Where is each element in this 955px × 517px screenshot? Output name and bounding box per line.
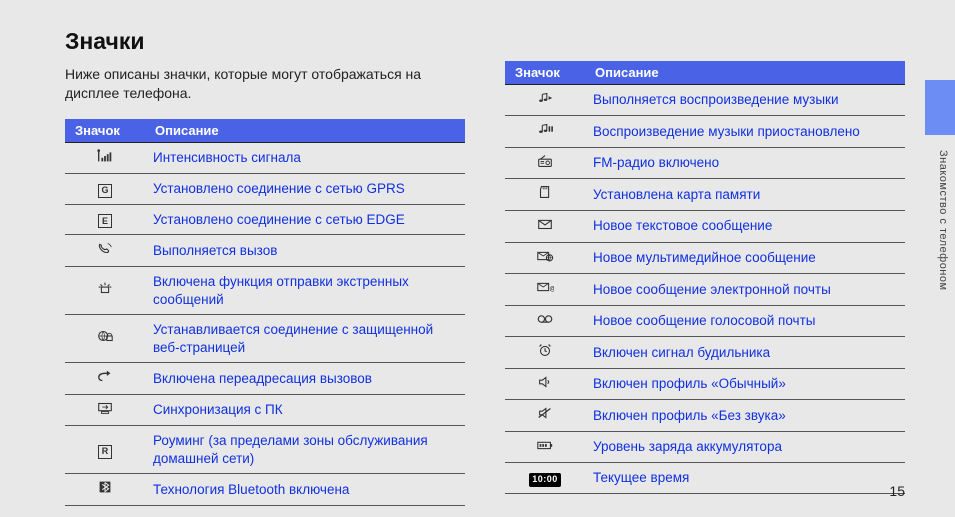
table-row: Включен профиль «Без звука» [505,400,905,432]
music-play-icon [505,84,585,116]
table-row: RРоуминг (за пределами зоны обслуживания… [65,426,465,474]
icon-description: Новое мультимедийное сообщение [585,242,905,274]
table-row: Включена функция отправки экстренных соо… [65,266,465,314]
icon-description: Текущее время [585,463,905,494]
icon-description: Включен сигнал будильника [585,337,905,369]
icon-description: Включен профиль «Обычный» [585,368,905,400]
icon-description: Роуминг (за пределами зоны обслуживания … [145,426,465,474]
forward-icon [65,363,145,395]
call-icon [65,235,145,267]
icon-description: Уровень заряда аккумулятора [585,431,905,463]
table-row: Включен сигнал будильника [505,337,905,369]
table-row: Технология Bluetooth включена [65,474,465,506]
secure-web-icon [65,315,145,363]
left-column: Значок Описание Интенсивность сигналаGУс… [65,119,465,506]
icon-description: Установлено соединение с сетью EDGE [145,204,465,235]
profile-normal-icon [505,368,585,400]
sdcard-icon [505,179,585,211]
col-header-icon: Значок [65,119,145,143]
icon-description: Воспроизведение музыки приостановлено [585,116,905,148]
profile-silent-icon [505,400,585,432]
voicemail-icon [505,305,585,337]
signal-icon [65,142,145,174]
icon-description: Новое текстовое сообщение [585,210,905,242]
page-title: Значки [65,28,905,55]
icon-description: Выполняется вызов [145,235,465,267]
icon-description: Технология Bluetooth включена [145,474,465,506]
icon-description: Выполняется воспроизведение музыки [585,84,905,116]
table-row: Интенсивность сигнала [65,142,465,174]
bluetooth-icon [65,474,145,506]
icon-description: Новое сообщение голосовой почты [585,305,905,337]
table-row: Выполняется вызов [65,235,465,267]
music-pause-icon [505,116,585,148]
email-icon: @ [505,274,585,306]
table-row: 10:00Текущее время [505,463,905,494]
sync-pc-icon [65,394,145,426]
right-column: Значок Описание Выполняется воспроизведе… [505,61,905,494]
alarm-icon [505,337,585,369]
icon-description: Установлена карта памяти [585,179,905,211]
table-row: Новое сообщение голосовой почты [505,305,905,337]
col-header-desc: Описание [585,61,905,85]
section-side-label: Знакомство с телефоном [937,150,949,291]
table-row: GУстановлено соединение с сетью GPRS [65,174,465,205]
table-row: Включена переадресация вызовов [65,363,465,395]
table-row: FM-радио включено [505,147,905,179]
page-number: 15 [889,483,905,499]
table-row: Выполняется воспроизведение музыки [505,84,905,116]
table-row: Новое мультимедийное сообщение [505,242,905,274]
icons-table-right: Значок Описание Выполняется воспроизведе… [505,61,905,494]
intro-text: Ниже описаны значки, которые могут отобр… [65,65,465,103]
table-row: Установлена карта памяти [505,179,905,211]
icon-description: Новое сообщение электронной почты [585,274,905,306]
icons-table-left: Значок Описание Интенсивность сигналаGУс… [65,119,465,506]
table-row: Воспроизведение музыки приостановлено [505,116,905,148]
table-row: @ Новое сообщение электронной почты [505,274,905,306]
icon-description: Установлено соединение с сетью GPRS [145,174,465,205]
col-header-icon: Значок [505,61,585,85]
table-row: Новое текстовое сообщение [505,210,905,242]
section-tab [925,80,955,135]
table-row: Уровень заряда аккумулятора [505,431,905,463]
table-row: Синхронизация с ПК [65,394,465,426]
svg-text:@: @ [550,286,555,293]
letter-R-icon: R [65,426,145,474]
icon-description: FM-радио включено [585,147,905,179]
icon-description: Интенсивность сигнала [145,142,465,174]
radio-icon [505,147,585,179]
icon-description: Включена функция отправки экстренных соо… [145,266,465,314]
battery-icon [505,431,585,463]
manual-page: Знакомство с телефоном 15 Значки Ниже оп… [0,0,955,517]
letter-G-icon: G [65,174,145,205]
table-row: Устанавливается соединение с защищенной … [65,315,465,363]
time-icon: 10:00 [505,463,585,494]
icon-description: Включен профиль «Без звука» [585,400,905,432]
columns: Значок Описание Интенсивность сигналаGУс… [65,119,905,506]
mms-icon [505,242,585,274]
table-row: EУстановлено соединение с сетью EDGE [65,204,465,235]
col-header-desc: Описание [145,119,465,143]
icon-description: Устанавливается соединение с защищенной … [145,315,465,363]
icon-description: Включена переадресация вызовов [145,363,465,395]
letter-E-icon: E [65,204,145,235]
icon-description: Синхронизация с ПК [145,394,465,426]
sos-icon [65,266,145,314]
table-row: Включен профиль «Обычный» [505,368,905,400]
sms-icon [505,210,585,242]
